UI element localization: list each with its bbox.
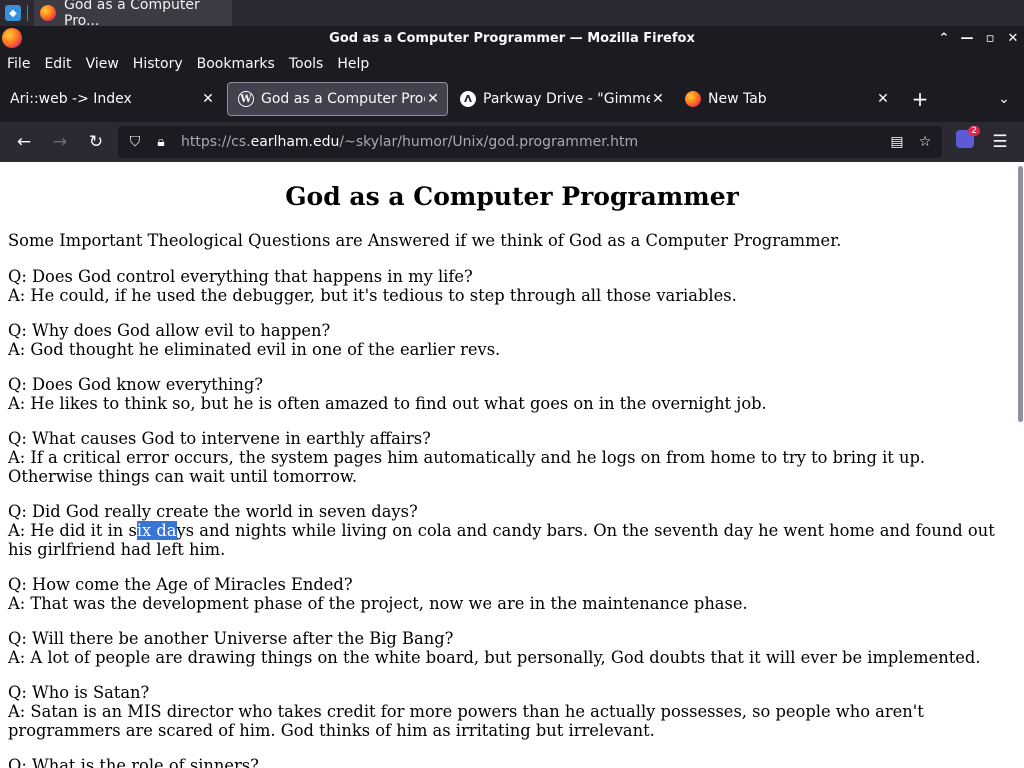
answer: A: He did it in six days and nights whil… [8,521,995,559]
reader-view-icon[interactable]: ▤ [888,134,906,150]
tab-strip: Ari::web -> Index ✕ W God as a Computer … [0,77,1024,122]
menu-bookmarks[interactable]: Bookmarks [190,56,282,72]
wordpress-icon: W [238,91,254,107]
close-tab-icon[interactable]: ✕ [875,91,891,107]
taskbar-task-label: God as a Computer Pro... [64,0,200,29]
taskbar: ◆ God as a Computer Pro... [0,0,1024,29]
question: Q: Does God know everything? [8,375,264,394]
extension-badge-count: 2 [968,126,980,136]
menu-edit[interactable]: Edit [37,56,78,72]
maximize-up-icon[interactable]: ⌃ [934,28,954,48]
app-launcher-icon[interactable]: ◆ [5,5,21,21]
triangle-logo-icon: Λ [460,91,476,107]
qa-item: Q: What causes God to intervene in earth… [8,429,1012,486]
question: Q: Will there be another Universe after … [8,629,454,648]
reload-icon[interactable]: ↻ [84,130,108,154]
question: Q: Why does God allow evil to happen? [8,321,331,340]
firefox-icon [2,28,22,48]
answer: A: God thought he eliminated evil in one… [8,340,501,359]
window-titlebar: God as a Computer Programmer — Mozilla F… [0,26,1024,50]
answer: A: He likes to think so, but he is often… [8,394,767,413]
question: Q: Did God really create the world in se… [8,502,418,521]
page-scrollbar[interactable] [1018,166,1023,422]
answer: A: He could, if he used the debugger, bu… [8,286,737,305]
qa-item: Q: Will there be another Universe after … [8,629,1012,667]
question: Q: How come the Age of Miracles Ended? [8,575,353,594]
url-text[interactable]: https://cs.earlham.edu/~skylar/humor/Uni… [181,134,638,150]
page-title: God as a Computer Programmer [285,182,739,211]
close-icon[interactable]: ✕ [1003,28,1023,48]
question: Q: Who is Satan? [8,683,150,702]
answer: A: Satan is an MIS director who takes cr… [8,702,924,740]
answer: A: A lot of people are drawing things on… [8,648,981,667]
answer: A: That was the development phase of the… [8,594,748,613]
restore-icon[interactable]: ▫ [980,28,1000,48]
tab-label: God as a Computer Prog [261,91,425,107]
window-title: God as a Computer Programmer — Mozilla F… [329,30,695,46]
tab-parkway-drive[interactable]: Λ Parkway Drive - "Gimme ✕ [450,82,672,116]
url-bar[interactable]: ⛉ 🔒︎ https://cs.earlham.edu/~skylar/humo… [118,126,942,158]
tab-ari-web[interactable]: Ari::web -> Index ✕ [0,82,222,116]
question: Q: What is the role of sinners? [8,756,259,768]
menu-view[interactable]: View [79,56,126,72]
bookmark-star-icon[interactable]: ☆ [916,134,934,150]
tab-label: New Tab [708,91,767,107]
qa-item: Q: What is the role of sinners? [8,756,1012,768]
selected-text: ix da [136,521,177,540]
menu-help[interactable]: Help [330,56,376,72]
menu-tools[interactable]: Tools [282,56,331,72]
qa-item: Q: Does God know everything? A: He likes… [8,375,1012,413]
navigation-toolbar: ← → ↻ ⛉ 🔒︎ https://cs.earlham.edu/~skyla… [0,122,1024,162]
taskbar-separator [27,5,28,21]
answer: A: If a critical error occurs, the syste… [8,448,926,486]
intro-text: Some Important Theological Questions are… [8,231,842,250]
menu-history[interactable]: History [126,56,190,72]
list-all-tabs-button[interactable]: ⌄ [994,87,1014,111]
minimize-icon[interactable]: — [957,28,977,48]
tab-label: Parkway Drive - "Gimme [483,91,650,107]
firefox-icon [685,91,701,107]
close-tab-icon[interactable]: ✕ [200,91,216,107]
hamburger-menu-icon[interactable]: ☰ [988,130,1012,154]
qa-item: Q: How come the Age of Miracles Ended? A… [8,575,1012,613]
tab-label: Ari::web -> Index [10,91,132,107]
page-content: God as a Computer Programmer Some Import… [0,162,1024,768]
menu-file[interactable]: File [0,56,37,72]
back-arrow-icon[interactable]: ← [12,130,36,154]
close-tab-icon[interactable]: ✕ [650,91,666,107]
tab-new-tab[interactable]: New Tab ✕ [675,82,897,116]
question: Q: Does God control everything that happ… [8,267,473,286]
lock-icon[interactable]: 🔒︎ [152,134,170,150]
new-tab-button[interactable]: + [908,87,932,111]
firefox-icon [40,5,56,21]
qa-item: Q: Why does God allow evil to happen? A:… [8,321,1012,359]
shield-icon[interactable]: ⛉ [126,134,144,150]
forward-arrow-icon[interactable]: → [48,130,72,154]
qa-item: Q: Who is Satan? A: Satan is an MIS dire… [8,683,1012,740]
qa-item: Q: Does God control everything that happ… [8,267,1012,305]
qa-item: Q: Did God really create the world in se… [8,502,1012,559]
extension-icon[interactable]: 2 [956,126,980,148]
taskbar-task-firefox[interactable]: God as a Computer Pro... [34,0,232,29]
menu-bar: File Edit View History Bookmarks Tools H… [0,50,1024,77]
question: Q: What causes God to intervene in earth… [8,429,431,448]
tab-god-programmer[interactable]: W God as a Computer Prog ✕ [227,82,448,116]
close-tab-icon[interactable]: ✕ [425,91,441,107]
